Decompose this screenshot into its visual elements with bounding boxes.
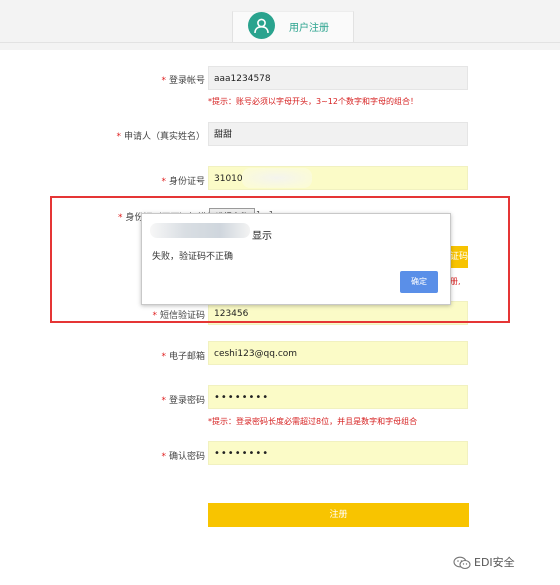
email-input[interactable]: ceshi123@qq.com xyxy=(208,341,468,365)
confirm-password-input[interactable]: •••••••• xyxy=(208,441,468,465)
email-label: * 电子邮箱 xyxy=(161,352,205,362)
header-divider xyxy=(0,42,560,43)
confirm-password-label: * 确认密码 xyxy=(161,452,205,462)
applicant-label: * 申请人（真实姓名） xyxy=(116,132,205,142)
page-title: 用户注册 xyxy=(289,23,329,34)
required-mark: * xyxy=(161,452,166,462)
account-label: * 登录帐号 xyxy=(161,76,205,86)
dialog-title: 显示 xyxy=(252,231,272,242)
password-input[interactable]: •••••••• xyxy=(208,385,468,409)
alert-dialog: 显示 失败，验证码不正确 确定 xyxy=(141,213,451,305)
redaction-blur xyxy=(242,168,312,188)
dialog-message: 失败，验证码不正确 xyxy=(152,252,234,262)
password-label: * 登录密码 xyxy=(161,396,205,406)
applicant-input[interactable]: 甜甜 xyxy=(208,122,468,146)
required-mark: * xyxy=(161,352,166,362)
watermark: EDI安全 xyxy=(453,554,515,570)
required-mark: * xyxy=(161,76,166,86)
dialog-ok-button[interactable]: 确定 xyxy=(400,271,438,293)
required-mark: * xyxy=(161,396,166,406)
required-mark: * xyxy=(116,132,121,142)
wechat-icon xyxy=(453,556,471,570)
account-input[interactable]: aaa1234578 xyxy=(208,66,468,90)
register-button[interactable]: 注册 xyxy=(208,503,469,527)
idcard-label: * 身份证号 xyxy=(161,177,205,187)
required-mark: * xyxy=(161,177,166,187)
password-hint: *提示：登录密码长度必需超过8位，并且是数字和字母组合 xyxy=(208,417,418,426)
redaction-blur xyxy=(150,223,250,238)
watermark-text: EDI安全 xyxy=(474,556,515,569)
account-hint: *提示：账号必须以字母开头，3~12个数字和字母的组合！ xyxy=(208,97,418,106)
user-icon xyxy=(248,12,275,39)
